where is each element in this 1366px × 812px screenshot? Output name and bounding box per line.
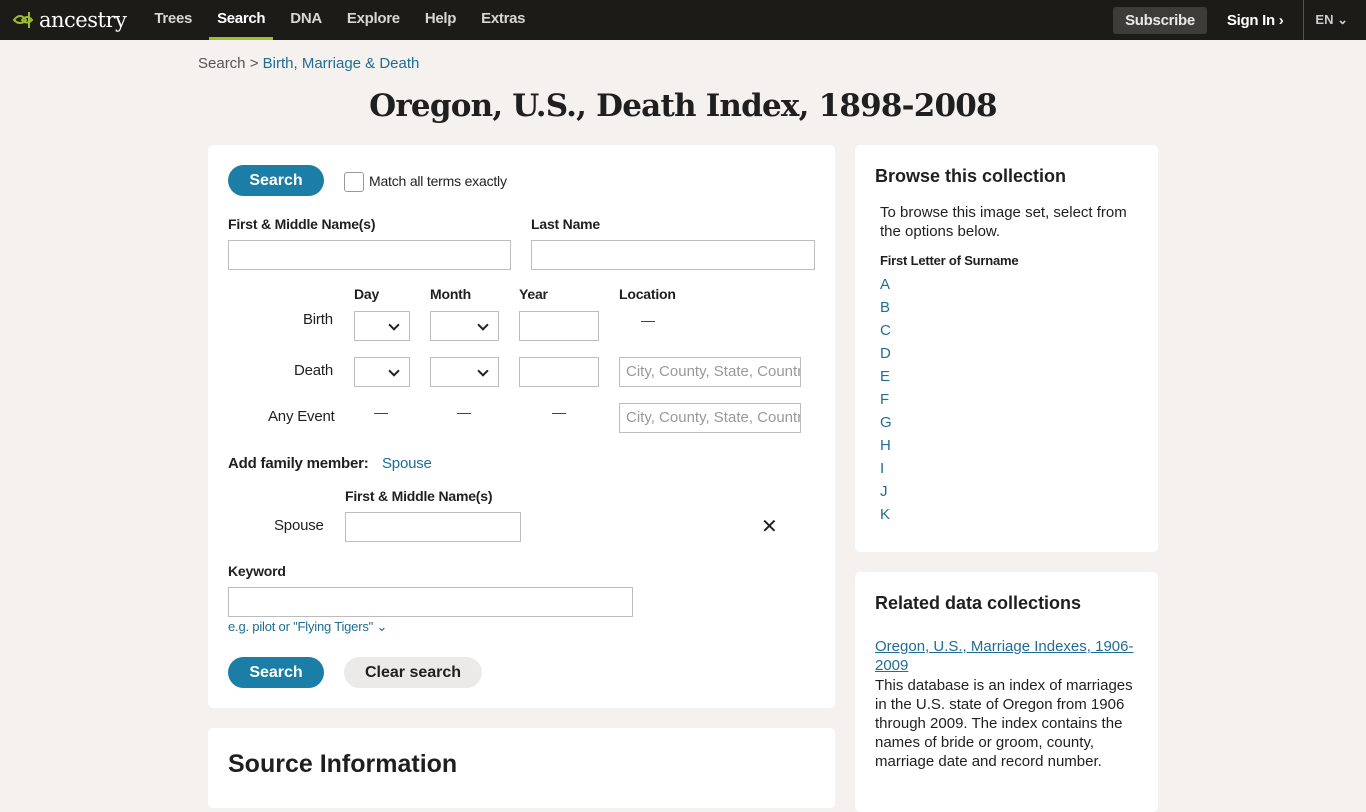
dash: [374, 413, 388, 414]
source-information: Source Information: [208, 728, 835, 808]
page-title: Oregon, U.S., Death Index, 1898-2008: [369, 88, 997, 124]
letter-link-a[interactable]: A: [880, 276, 892, 299]
search-form: Search Match all terms exactly First & M…: [208, 145, 835, 708]
spouse-name-label: First & Middle Name(s): [345, 488, 493, 504]
leaf-icon: [12, 12, 34, 28]
spouse-name-input[interactable]: [345, 512, 521, 542]
keyword-hint-text: e.g. pilot or "Flying Tigers": [228, 619, 374, 634]
subscribe-button[interactable]: Subscribe: [1113, 6, 1207, 34]
keyword-hint[interactable]: e.g. pilot or "Flying Tigers" ⌄: [228, 619, 387, 635]
language-label: EN: [1315, 12, 1334, 27]
source-title: Source Information: [228, 750, 458, 778]
browse-title: Browse this collection: [875, 166, 1067, 186]
letter-list: ABCDEFGHIJK: [880, 276, 892, 529]
location-header: Location: [619, 286, 676, 302]
death-location-input[interactable]: City, County, State, Country: [619, 357, 801, 387]
letter-link-b[interactable]: B: [880, 299, 892, 322]
death-label: Death: [294, 362, 334, 379]
letter-link-j[interactable]: J: [880, 483, 892, 506]
letter-link-d[interactable]: D: [880, 345, 892, 368]
year-header: Year: [519, 286, 548, 302]
match-exact-label: Match all terms exactly: [369, 173, 507, 189]
letter-link-f[interactable]: F: [880, 391, 892, 414]
breadcrumb: Search > Birth, Marriage & Death: [198, 55, 419, 72]
dash: [457, 413, 471, 414]
top-nav: ancestry Trees Search DNA Explore Help E…: [0, 0, 1366, 40]
search-button-bottom[interactable]: Search: [228, 657, 324, 688]
first-name-input[interactable]: [228, 240, 511, 270]
letter-link-i[interactable]: I: [880, 460, 892, 483]
any-event-location-input[interactable]: City, County, State, Country: [619, 403, 801, 433]
search-button[interactable]: Search: [228, 165, 324, 196]
dash: [641, 321, 655, 322]
letter-link-c[interactable]: C: [880, 322, 892, 345]
nav-search[interactable]: Search: [209, 0, 274, 40]
nav-extras[interactable]: Extras: [481, 0, 525, 40]
letter-link-k[interactable]: K: [880, 506, 892, 529]
nav-dna[interactable]: DNA: [290, 0, 322, 40]
breadcrumb-link[interactable]: Birth, Marriage & Death: [263, 55, 420, 72]
death-year-input[interactable]: [519, 357, 599, 387]
nav-trees[interactable]: Trees: [154, 0, 192, 40]
sign-in-button[interactable]: Sign In ›: [1226, 11, 1284, 29]
related-collections: Related data collections Oregon, U.S., M…: [855, 572, 1158, 812]
spouse-label: Spouse: [274, 517, 324, 534]
letter-link-g[interactable]: G: [880, 414, 892, 437]
ancestry-logo[interactable]: ancestry: [12, 8, 127, 32]
add-family-label: Add family member:: [228, 455, 369, 472]
first-name-label: First & Middle Name(s): [228, 216, 376, 232]
nav-explore[interactable]: Explore: [347, 0, 400, 40]
logo-text: ancestry: [39, 8, 127, 32]
add-spouse-link[interactable]: Spouse: [382, 455, 432, 472]
any-event-label: Any Event: [268, 408, 335, 425]
browse-desc: To browse this image set, select from th…: [880, 204, 1127, 240]
related-title: Related data collections: [875, 593, 1082, 613]
browse-subtitle: First Letter of Surname: [880, 253, 1019, 268]
breadcrumb-separator: >: [245, 55, 263, 72]
chevron-down-icon: ⌄: [1337, 12, 1348, 27]
letter-link-h[interactable]: H: [880, 437, 892, 460]
match-exact-checkbox[interactable]: [344, 172, 364, 192]
close-icon[interactable]: ✕: [761, 514, 778, 539]
last-name-input[interactable]: [531, 240, 815, 270]
death-day-select[interactable]: [354, 357, 410, 387]
death-month-select[interactable]: [430, 357, 499, 387]
birth-month-select[interactable]: [430, 311, 499, 341]
clear-search-button[interactable]: Clear search: [344, 657, 482, 688]
keyword-label: Keyword: [228, 563, 286, 579]
browse-collection: Browse this collection To browse this im…: [855, 145, 1158, 552]
related-desc: This database is an index of marriages i…: [875, 677, 1133, 770]
dash: [552, 413, 566, 414]
month-header: Month: [430, 286, 471, 302]
last-name-label: Last Name: [531, 216, 601, 232]
birth-year-input[interactable]: [519, 311, 599, 341]
sign-in-label: Sign In: [1226, 11, 1275, 29]
breadcrumb-root[interactable]: Search: [198, 55, 246, 72]
letter-link-e[interactable]: E: [880, 368, 892, 391]
birth-day-select[interactable]: [354, 311, 410, 341]
chevron-right-icon: ›: [1278, 11, 1284, 29]
related-link[interactable]: Oregon, U.S., Marriage Indexes, 1906-200…: [875, 637, 1140, 675]
chevron-down-icon: ⌄: [376, 619, 388, 634]
language-selector[interactable]: EN ⌄: [1303, 0, 1366, 40]
nav-help[interactable]: Help: [425, 0, 457, 40]
day-header: Day: [354, 286, 380, 302]
birth-label: Birth: [303, 311, 333, 328]
keyword-input[interactable]: [228, 587, 633, 617]
